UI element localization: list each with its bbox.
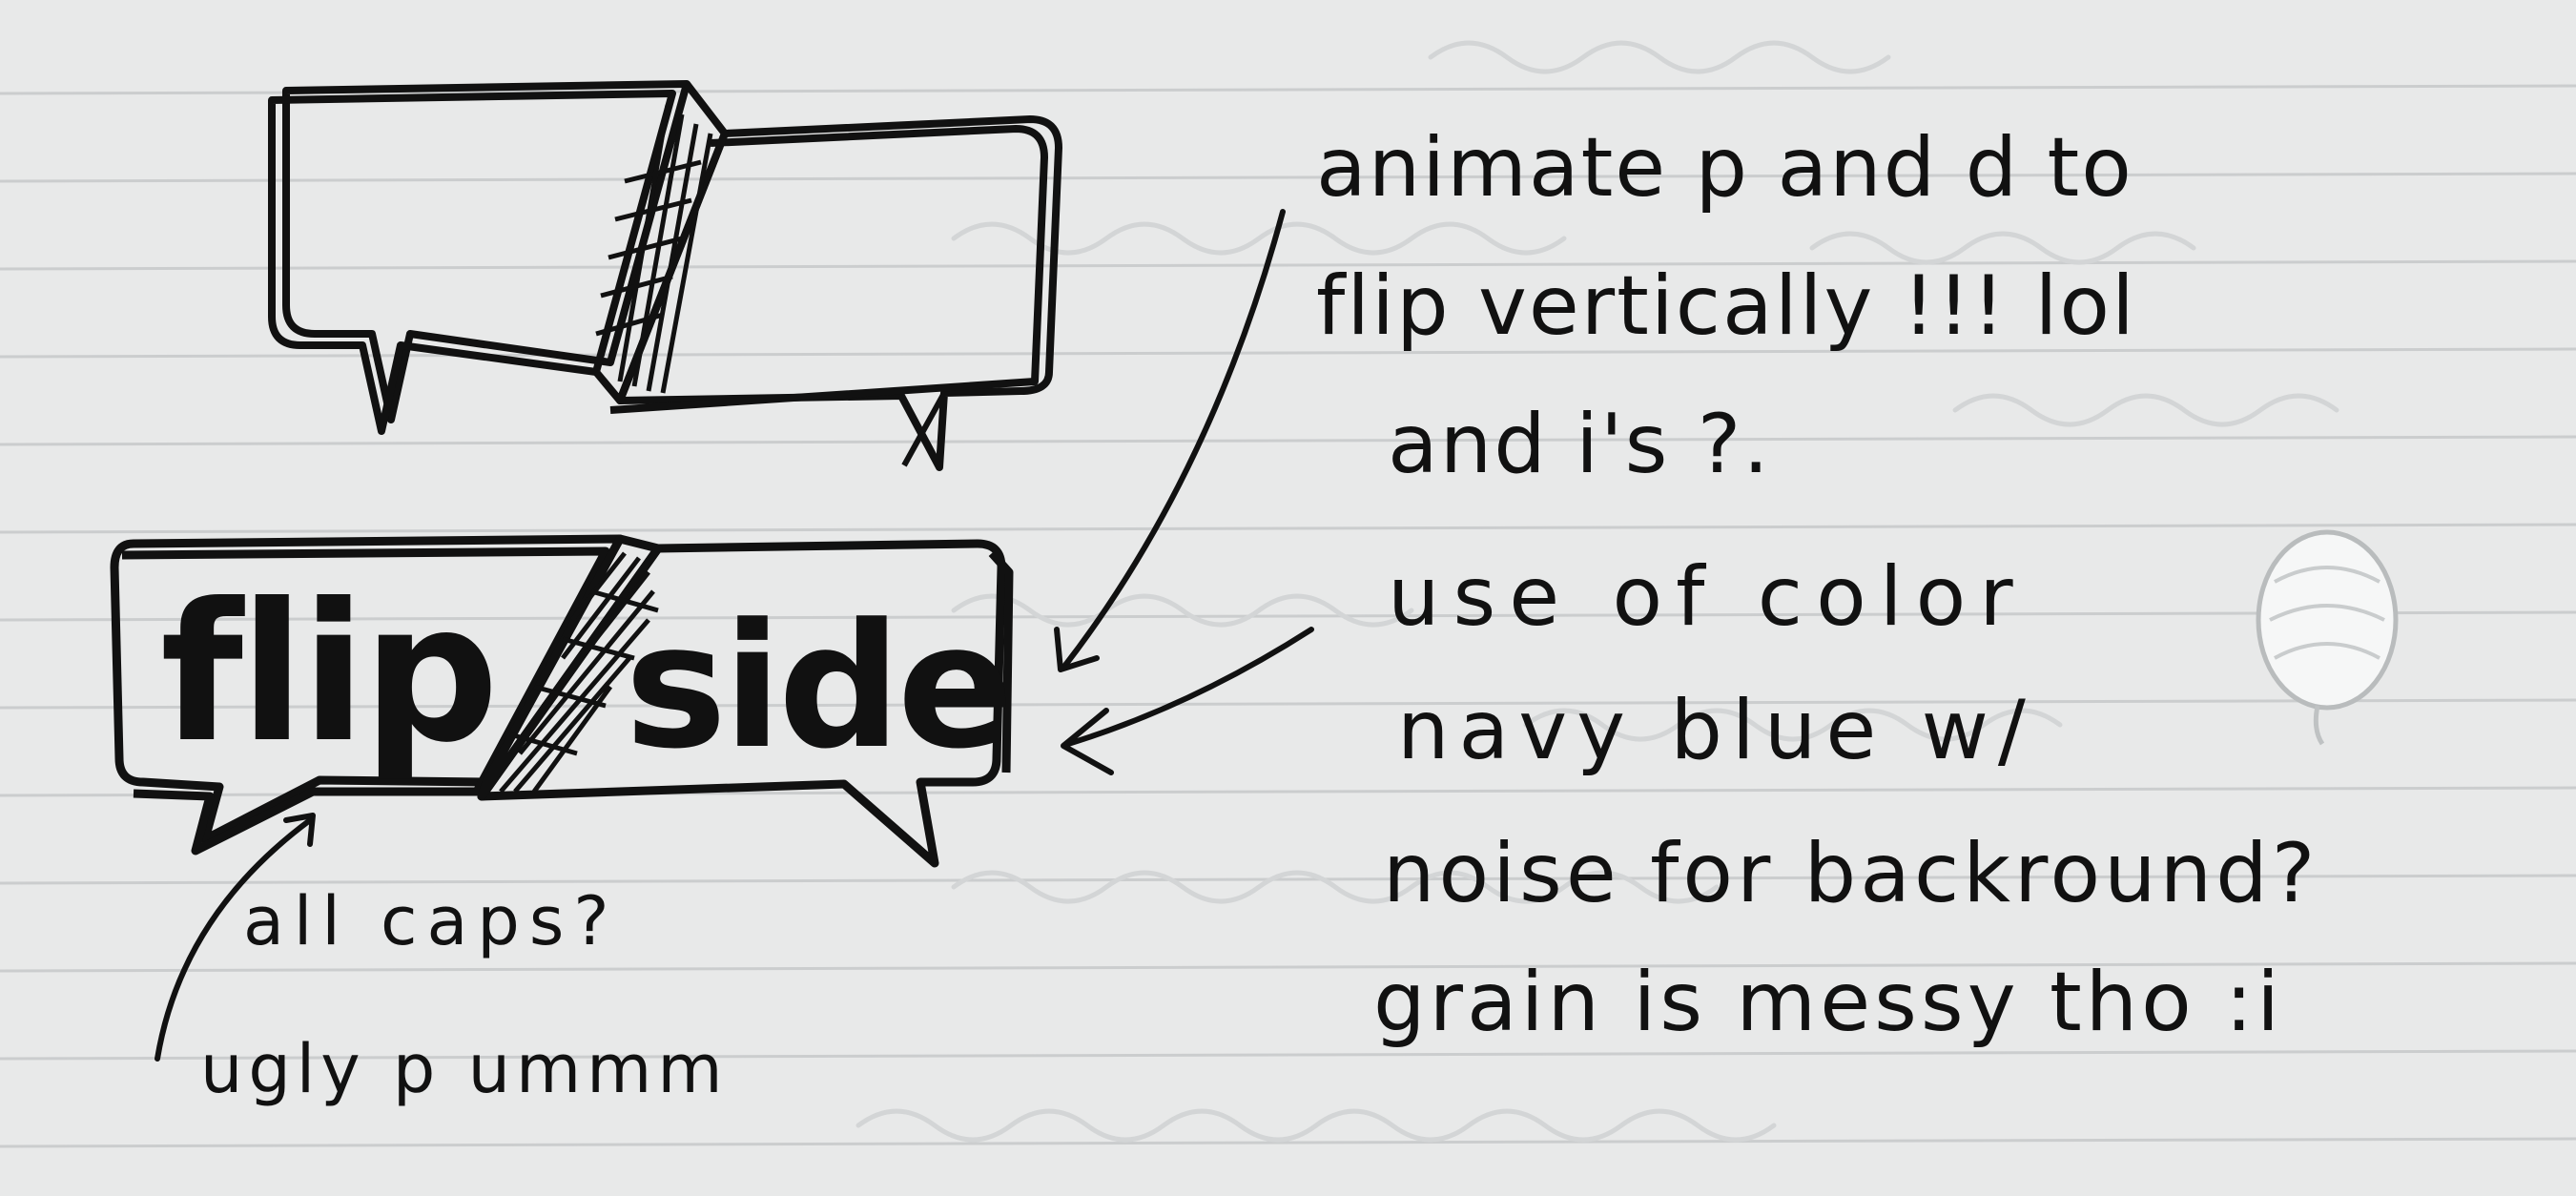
note-line-4: use of color bbox=[1388, 549, 2027, 645]
logo-word-left: flip bbox=[160, 563, 495, 785]
notebook-page: flip side animate p and d to flip vertic… bbox=[0, 0, 2576, 1196]
note-line-3: and i's ?. bbox=[1388, 397, 1771, 492]
note-line-7: grain is messy tho :i bbox=[1373, 955, 2283, 1050]
sketch-canvas: flip side animate p and d to flip vertic… bbox=[0, 0, 2576, 1196]
note-line-1: animate p and d to bbox=[1316, 120, 2133, 216]
note-line-2: flip vertically !!! lol bbox=[1316, 258, 2136, 354]
note-line-5: navy blue w/ bbox=[1397, 683, 2035, 778]
note-ugly-p: ugly p ummm bbox=[200, 1030, 729, 1108]
note-line-6: noise for backround? bbox=[1383, 826, 2318, 921]
logo-word-right: side bbox=[625, 588, 1010, 787]
note-caps: all caps? bbox=[243, 882, 618, 960]
